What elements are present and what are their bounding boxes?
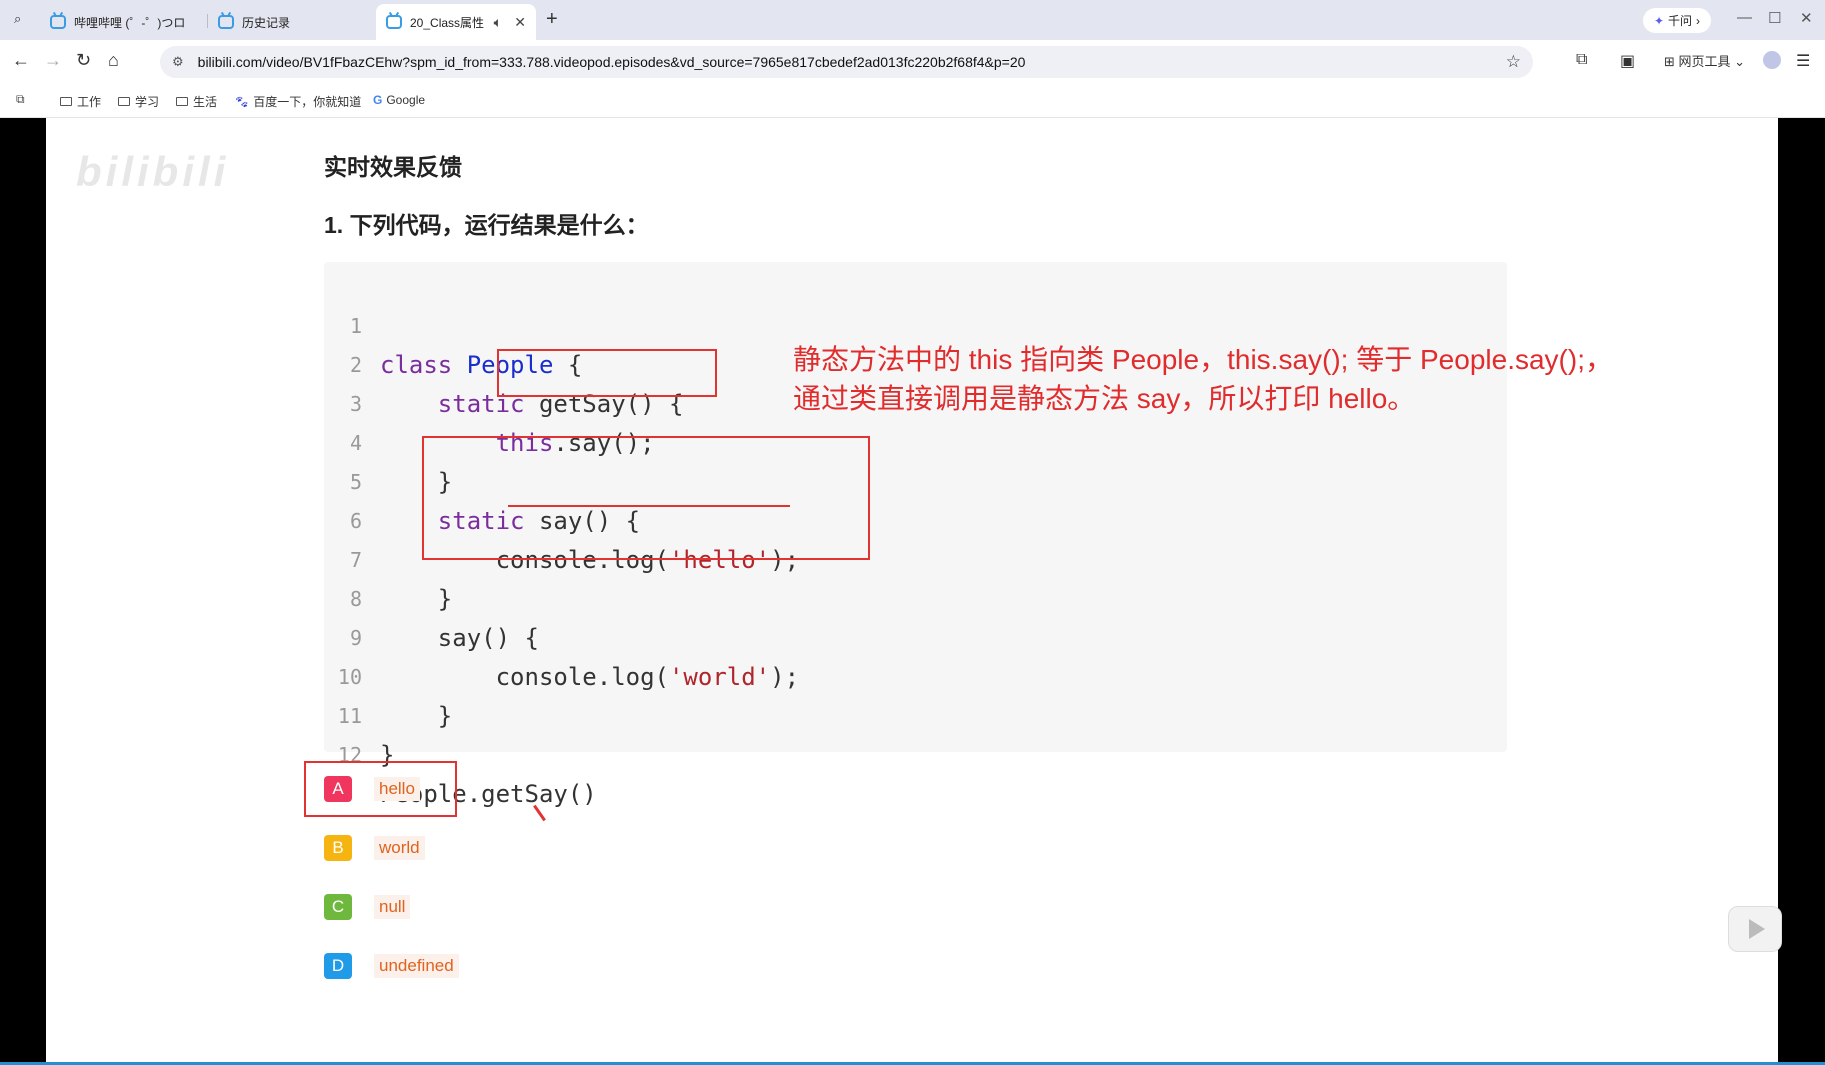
annotation-text: 静态方法中的 this 指向类 People，this.say(); 等于 Pe…	[793, 340, 1613, 418]
close-window-button[interactable]: ✕	[1800, 9, 1813, 27]
tab-history[interactable]: 历史记录	[208, 4, 373, 40]
reload-button[interactable]: ↻	[76, 50, 91, 71]
back-button[interactable]: ←	[12, 50, 30, 71]
web-tools-button[interactable]: ⊞ 网页工具 ⌄	[1664, 51, 1745, 70]
bookmark-baidu[interactable]: 🐾︎ 百度一下，你就知道	[234, 93, 361, 110]
code-line: 1 class People {	[324, 268, 1507, 379]
play-button[interactable]	[1728, 906, 1782, 952]
bookmark-label: 生活	[193, 95, 218, 109]
annotation-line: 通过类直接调用是静态方法 say，所以打印 hello。	[793, 383, 1416, 414]
annotation-line: 静态方法中的 this 指向类 People，this.say(); 等于 Pe…	[793, 344, 1613, 375]
bookmark-label: Google	[386, 93, 426, 107]
chevron-right-icon: ›	[1696, 13, 1701, 28]
url-bar[interactable]: ⚙ bilibili.com/video/BV1fFbazCEhw?spm_id…	[160, 46, 1533, 78]
code-line: 12 People.getSay()	[324, 697, 1507, 808]
highlight-box-static-say	[422, 436, 870, 560]
tab-label: 20_Class属性	[410, 15, 485, 30]
forward-button[interactable]: →	[44, 50, 62, 71]
bilibili-icon	[50, 15, 66, 29]
code-line: 11 }	[324, 658, 1507, 769]
grid-icon: ⊞	[1664, 54, 1675, 69]
home-button[interactable]: ⌂	[108, 50, 119, 71]
option-badge: D	[324, 953, 352, 979]
highlight-box-this-say	[497, 349, 717, 397]
tab-groups-icon[interactable]: ⧉	[16, 92, 25, 107]
bookmark-folder-study[interactable]: 学习	[118, 93, 159, 110]
web-tools-label: 网页工具	[1678, 54, 1731, 69]
question-title: 1. 下列代码，运行结果是什么：	[324, 212, 649, 238]
code-line: 9 console.log('world');	[324, 580, 1507, 691]
bookmark-star-icon[interactable]: ☆	[1506, 52, 1521, 72]
avatar[interactable]	[1763, 51, 1781, 69]
bilibili-icon	[386, 15, 402, 29]
underline-console-log	[508, 505, 790, 507]
option-d[interactable]: D undefined	[324, 952, 459, 980]
tab-label: 历史记录	[242, 15, 291, 30]
new-tab-button[interactable]: +	[546, 8, 558, 31]
google-icon: G	[373, 93, 383, 107]
option-text: hello	[374, 777, 420, 801]
option-badge: A	[324, 776, 352, 802]
url-text[interactable]: bilibili.com/video/BV1fFbazCEhw?spm_id_f…	[198, 54, 1026, 70]
slide-heading: 实时效果反馈	[324, 154, 462, 180]
bookmark-label: 百度一下，你就知道	[253, 95, 362, 109]
close-tab-icon[interactable]: ✕	[514, 14, 526, 31]
option-text: undefined	[374, 954, 459, 978]
tab-bar: ⌕ 哔哩哔哩 (゜-゜)つロ 历史记录 20_Class属性 🔈︎ ✕ + ✦ …	[0, 0, 1825, 40]
tab-search-icon[interactable]: ⌕	[14, 11, 21, 27]
option-text: world	[374, 836, 425, 860]
baidu-icon: 🐾︎	[234, 94, 250, 109]
chevron-down-icon: ⌄	[1734, 54, 1746, 69]
video-player[interactable]: bilibili 实时效果反馈 1. 下列代码，运行结果是什么： 1 class…	[0, 118, 1825, 1065]
folder-icon	[60, 97, 72, 106]
extensions-icon[interactable]: ⧉	[1576, 51, 1587, 69]
lecture-slide: bilibili 实时效果反馈 1. 下列代码，运行结果是什么： 1 class…	[46, 118, 1782, 1062]
option-badge: B	[324, 835, 352, 861]
qianwen-icon: ✦	[1653, 13, 1665, 28]
address-toolbar: ← → ↻ ⌂ ⚙ bilibili.com/video/BV1fFbazCEh…	[0, 40, 1825, 84]
option-c[interactable]: C null	[324, 893, 411, 921]
option-a[interactable]: A hello	[324, 775, 420, 803]
option-badge: C	[324, 894, 352, 920]
bookmark-label: 工作	[77, 95, 102, 109]
bookmark-google[interactable]: G Google	[373, 93, 425, 107]
bookmarks-bar: ⧉ 工作 学习 生活 🐾︎ 百度一下，你就知道 G Google	[0, 84, 1825, 118]
play-icon	[1749, 919, 1765, 939]
maximize-button[interactable]: ☐	[1768, 9, 1781, 27]
option-b[interactable]: B world	[324, 834, 425, 862]
qianwen-label: 千问	[1668, 14, 1693, 28]
folder-icon	[118, 97, 130, 106]
bookmark-label: 学习	[135, 95, 160, 109]
folder-icon	[176, 97, 188, 106]
bilibili-watermark: bilibili	[76, 148, 230, 195]
tab-bilibili-home[interactable]: 哔哩哔哩 (゜-゜)つロ	[40, 4, 205, 40]
tab-current-video[interactable]: 20_Class属性 🔈︎ ✕	[376, 4, 536, 40]
qianwen-button[interactable]: ✦ 千问 ›	[1643, 8, 1711, 33]
tab-label: 哔哩哔哩 (゜-゜)つロ	[74, 15, 186, 30]
menu-icon[interactable]: ☰	[1796, 51, 1810, 71]
bilibili-icon	[218, 15, 234, 29]
bookmark-folder-work[interactable]: 工作	[60, 93, 101, 110]
bookmark-folder-life[interactable]: 生活	[176, 93, 217, 110]
site-settings-icon[interactable]: ⚙	[172, 54, 184, 70]
speaker-icon[interactable]: 🔈︎	[494, 14, 502, 31]
option-text: null	[374, 895, 411, 919]
code-line: 10 }	[324, 619, 1507, 730]
screenshot-icon[interactable]: ▣	[1620, 51, 1635, 71]
minimize-button[interactable]: —	[1737, 9, 1752, 26]
